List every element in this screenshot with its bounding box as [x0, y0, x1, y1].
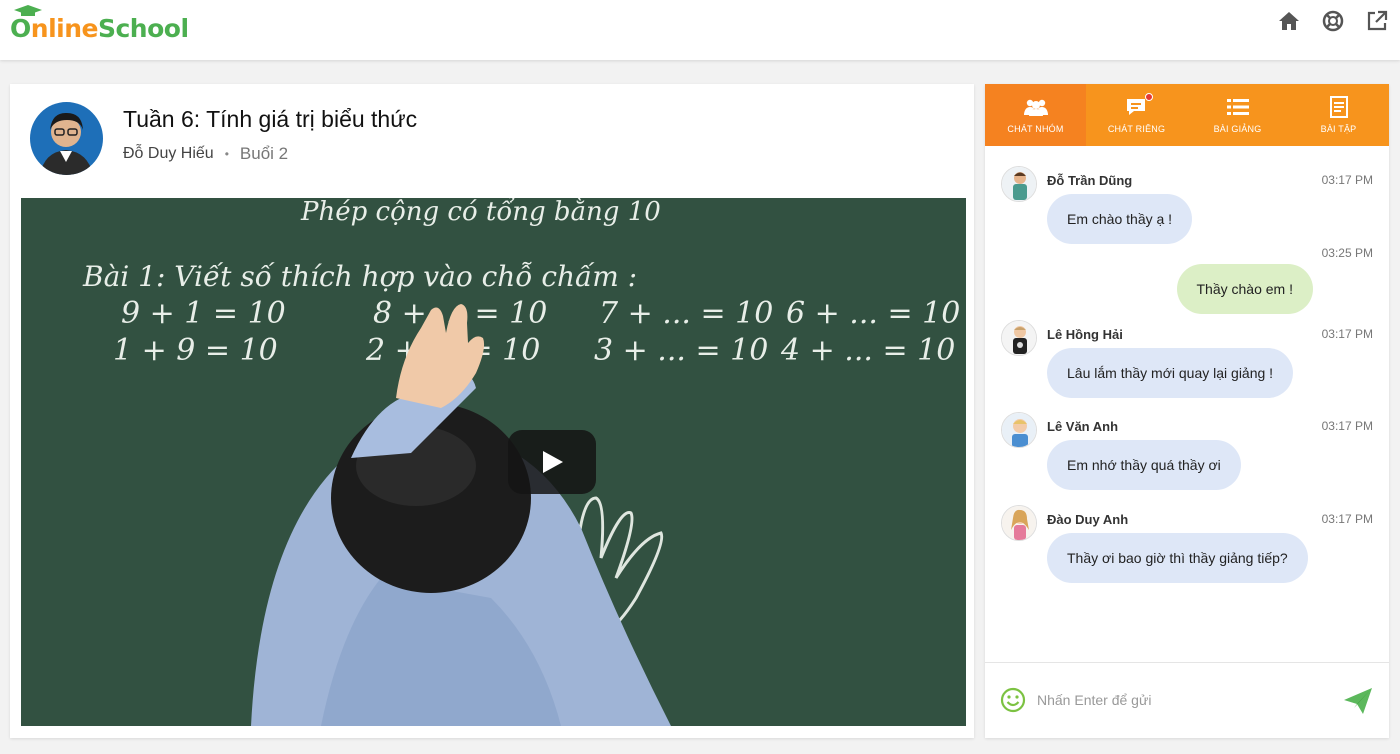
logo-text-online: nline	[30, 14, 99, 43]
board-row1-c: 7 + ... = 10	[599, 296, 773, 331]
video-frame: Phép cộng có tổng bằng 10 Bài 1: Viết số…	[21, 198, 966, 726]
board-heading: Phép cộng có tổng bằng 10	[300, 198, 661, 227]
message-time: 03:17 PM	[1321, 419, 1373, 433]
board-row2-a: 1 + 9 = 10	[113, 333, 278, 368]
avatar[interactable]	[1001, 505, 1037, 541]
share-icon	[1367, 10, 1388, 31]
sender-name: Lê Văn Anh	[1047, 419, 1119, 434]
message-bubble: Em nhớ thầy quá thầy ơi	[1047, 440, 1241, 490]
lesson-meta: Đỗ Duy Hiếu • Buổi 2	[123, 144, 288, 164]
avatar[interactable]	[1001, 320, 1037, 356]
lesson-card: Tuần 6: Tính giá trị biểu thức Đỗ Duy Hi…	[10, 84, 974, 738]
meta-separator: •	[224, 147, 229, 161]
online-school-logo[interactable]: OnlineSchool	[10, 5, 189, 46]
session-label: Buổi 2	[239, 144, 289, 163]
teacher-name[interactable]: Đỗ Duy Hiếu	[123, 145, 214, 163]
avatar[interactable]	[1001, 412, 1037, 448]
message-bubble: Lâu lắm thầy mới quay lại giảng !	[1047, 348, 1294, 398]
message-time: 03:25 PM	[1321, 246, 1373, 260]
top-bar: OnlineSchool	[0, 0, 1400, 60]
board-row2-c: 3 + ... = 10	[594, 333, 768, 368]
video-player[interactable]: Phép cộng có tổng bằng 10 Bài 1: Viết số…	[21, 198, 966, 726]
message-bubble-mine: Thầy chào em !	[1176, 264, 1313, 314]
chat-panel: CHÁT NHÓM CHÁT RIÊNG BÀI GIẢNG BÀI TẬP Đ…	[985, 84, 1389, 738]
tab-lectures[interactable]: BÀI GIẢNG	[1187, 84, 1288, 146]
board-row2-d: 4 + ... = 10	[780, 333, 955, 368]
graduation-cap-icon	[14, 5, 42, 16]
message-bubble: Thầy ơi bao giờ thì thầy giảng tiếp?	[1047, 533, 1308, 583]
sender-name: Đào Duy Anh	[1047, 512, 1129, 527]
sender-name: Đỗ Trần Dũng	[1047, 173, 1133, 188]
tab-private-chat[interactable]: CHÁT RIÊNG	[1086, 84, 1187, 146]
smiley-icon	[1000, 687, 1026, 713]
tab-exercises[interactable]: BÀI TẬP	[1288, 84, 1389, 146]
share-button[interactable]	[1364, 8, 1390, 34]
group-icon	[1023, 96, 1049, 118]
logo-letter-o: O	[10, 14, 31, 43]
chat-composer	[985, 662, 1389, 738]
support-button[interactable]	[1320, 8, 1346, 34]
chat-tabs: CHÁT NHÓM CHÁT RIÊNG BÀI GIẢNG BÀI TẬP	[985, 84, 1389, 146]
message-time: 03:17 PM	[1321, 173, 1373, 187]
notification-dot	[1144, 93, 1153, 101]
home-button[interactable]	[1276, 8, 1302, 34]
play-button[interactable]	[508, 430, 596, 494]
message-time: 03:17 PM	[1321, 327, 1373, 341]
lifebuoy-icon	[1322, 10, 1344, 32]
board-exercise: Bài 1: Viết số thích hợp vào chỗ chấm :	[82, 260, 637, 293]
message-list[interactable]: Đỗ Trần Dũng 03:17 PM Em chào thầy ạ ! 0…	[985, 146, 1389, 662]
message-bubble: Em chào thầy ạ !	[1047, 194, 1193, 244]
logo-text-school: School	[97, 14, 189, 43]
play-icon	[543, 451, 563, 473]
list-icon	[1226, 96, 1249, 118]
tab-group-chat[interactable]: CHÁT NHÓM	[985, 84, 1086, 146]
lesson-title: Tuần 6: Tính giá trị biểu thức	[123, 106, 418, 132]
chat-message-input[interactable]	[1037, 685, 1327, 715]
private-chat-icon	[1125, 93, 1153, 118]
board-row1-a: 9 + 1 = 10	[121, 296, 286, 331]
board-row1-d: 6 + ... = 10	[786, 296, 960, 331]
document-icon	[1329, 96, 1348, 118]
home-icon	[1279, 12, 1299, 30]
sender-name: Lê Hồng Hải	[1047, 327, 1123, 342]
message-time: 03:17 PM	[1321, 512, 1373, 526]
send-button[interactable]	[1343, 687, 1373, 715]
header-actions	[1276, 8, 1390, 34]
emoji-button[interactable]	[1000, 687, 1026, 713]
send-icon	[1344, 688, 1372, 714]
teacher-avatar[interactable]	[30, 102, 103, 175]
avatar[interactable]	[1001, 166, 1037, 202]
